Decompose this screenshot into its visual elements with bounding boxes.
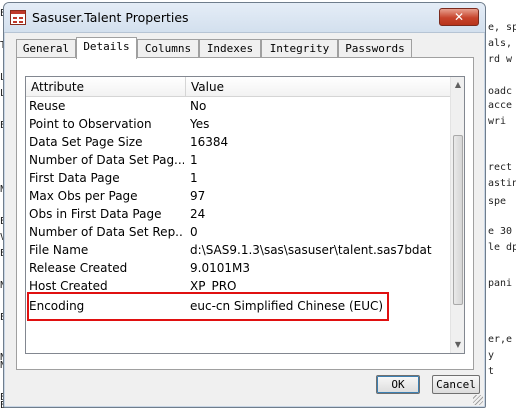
table-row[interactable]: Encoding euc-cn Simplified Chinese (EUC): [26, 297, 452, 315]
table-row[interactable]: Obs in First Data Page 24: [26, 205, 452, 223]
background-text-line: e, sp: [488, 22, 516, 33]
background-text-line: er,e: [488, 334, 513, 345]
table-row[interactable]: Data Set Page Size 16384: [26, 133, 452, 151]
attribute-cell: Number of Data Set Rep...: [29, 225, 184, 239]
table-row[interactable]: Reuse No: [26, 97, 452, 115]
value-cell: d:\SAS9.1.3\sas\sasuser\talent.sas7bdat: [190, 243, 432, 257]
table-icon: [10, 10, 26, 25]
table-row[interactable]: First Data Page 1: [26, 169, 452, 187]
value-cell: No: [190, 99, 207, 113]
tab-strip: General Details Columns Indexes Integrit…: [16, 37, 476, 59]
resize-grip-icon[interactable]: [473, 395, 483, 405]
attribute-cell: Reuse: [29, 99, 66, 113]
attribute-cell: Release Created: [29, 261, 128, 275]
background-text-line: spe: [488, 196, 507, 207]
window-title: Sasuser.Talent Properties: [32, 10, 189, 25]
table-row[interactable]: Number of Data Set Pag... 1: [26, 151, 452, 169]
background-editor-right: e, sp als, rd w oadc acce wri rect astin spe e …: [486, 0, 516, 418]
background-text-line: acce: [488, 100, 513, 111]
tab-passwords[interactable]: Passwords: [338, 39, 412, 58]
background-text-line: oadc: [488, 86, 513, 97]
tab-integrity[interactable]: Integrity: [261, 39, 338, 58]
column-header-attribute[interactable]: Attribute: [26, 77, 186, 97]
background-text-line: e 30: [488, 226, 513, 237]
scroll-down-arrow-icon[interactable]: ▼: [451, 337, 464, 353]
close-button[interactable]: ✕: [439, 8, 479, 26]
background-text-line: rect: [488, 162, 513, 173]
background-text-line: t: [488, 366, 495, 377]
attributes-list[interactable]: Attribute Value Reuse No Point to Observ…: [25, 76, 465, 354]
value-cell: 0: [190, 225, 198, 239]
ok-button[interactable]: OK: [376, 375, 420, 394]
vertical-scrollbar[interactable]: ▲ ▼: [450, 77, 464, 353]
attribute-cell: Host Created: [29, 279, 108, 293]
background-text-line: als,: [488, 38, 513, 49]
table-row[interactable]: File Name d:\SAS9.1.3\sas\sasuser\talent…: [26, 241, 452, 259]
attribute-cell: Data Set Page Size: [29, 135, 143, 149]
attribute-cell: First Data Page: [29, 171, 120, 185]
attribute-cell: Point to Observation: [29, 117, 152, 131]
properties-dialog: Sasuser.Talent Properties ✕ General Deta…: [3, 2, 486, 408]
scroll-up-arrow-icon[interactable]: ▲: [451, 77, 464, 93]
value-cell: 16384: [190, 135, 229, 149]
tab-indexes[interactable]: Indexes: [199, 39, 261, 58]
attribute-cell: File Name: [29, 243, 89, 257]
list-header: Attribute Value: [26, 77, 452, 97]
column-header-value[interactable]: Value: [186, 77, 452, 97]
value-cell: 1: [190, 153, 198, 167]
table-row[interactable]: Number of Data Set Rep... 0: [26, 223, 452, 241]
cancel-button[interactable]: Cancel: [432, 375, 480, 394]
table-row[interactable]: Point to Observation Yes: [26, 115, 452, 133]
details-panel: Attribute Value Reuse No Point to Observ…: [16, 57, 474, 370]
attribute-cell: Encoding: [29, 299, 85, 313]
value-cell: Yes: [190, 117, 210, 131]
table-row[interactable]: Max Obs per Page 97: [26, 187, 452, 205]
scroll-thumb[interactable]: [453, 135, 463, 305]
attribute-cell: Number of Data Set Pag...: [29, 153, 184, 167]
background-text-line: pani: [488, 278, 513, 289]
value-cell: 1: [190, 171, 198, 185]
title-bar[interactable]: Sasuser.Talent Properties ✕: [4, 3, 485, 33]
value-cell: 97: [190, 189, 206, 203]
background-text-line: le dp: [488, 242, 516, 253]
value-cell: 9.0101M3: [190, 261, 250, 275]
close-icon: ✕: [453, 10, 465, 24]
background-text-line: astin: [488, 178, 516, 189]
tab-general[interactable]: General: [16, 39, 76, 58]
tab-details[interactable]: Details: [76, 37, 137, 59]
attribute-cell: Max Obs per Page: [29, 189, 138, 203]
value-cell: XP_PRO: [190, 279, 237, 293]
tab-columns[interactable]: Columns: [137, 39, 199, 58]
value-cell: 24: [190, 207, 206, 221]
table-row[interactable]: Host Created XP_PRO: [26, 277, 452, 295]
table-row[interactable]: Release Created 9.0101M3: [26, 259, 452, 277]
background-text-line: wri: [488, 116, 507, 127]
value-cell: euc-cn Simplified Chinese (EUC): [190, 299, 384, 313]
attribute-cell: Obs in First Data Page: [29, 207, 162, 221]
background-text-line: y: [488, 350, 495, 361]
background-text-line: rd w: [488, 54, 513, 65]
